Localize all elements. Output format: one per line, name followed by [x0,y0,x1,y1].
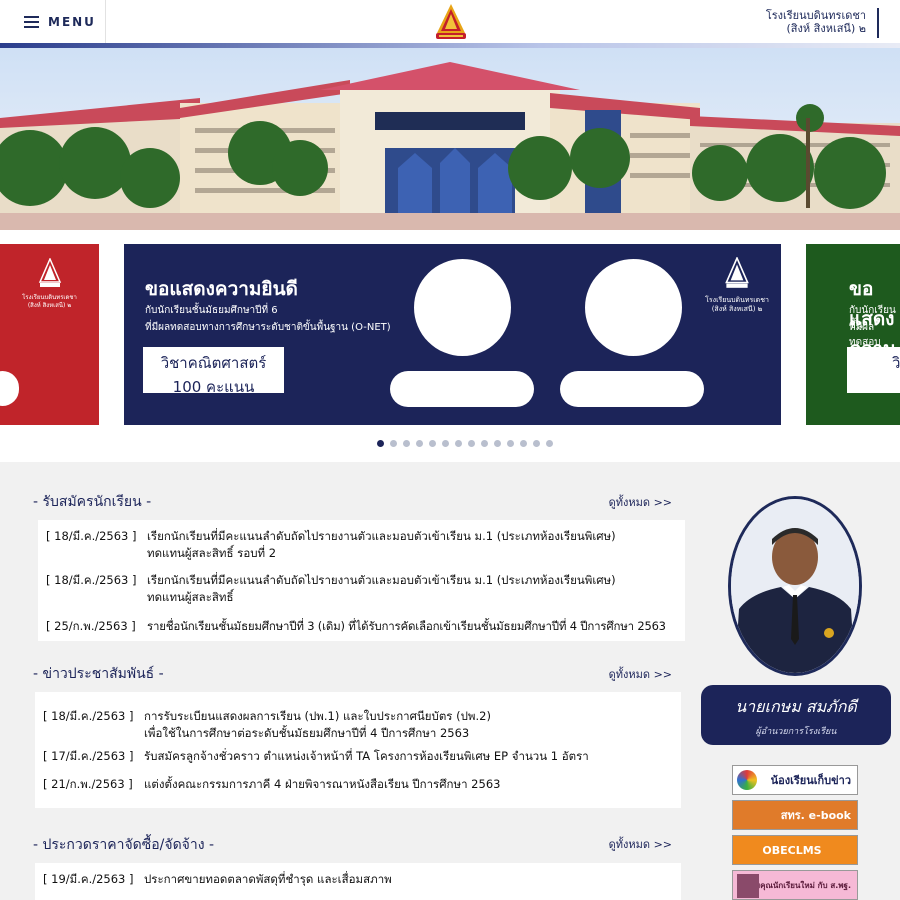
slide-logo-caption: โรงเรียนบดินทรเดชา (สิงห์ สิงหเสนี) ๒ [0,294,99,310]
school-name-line1: โรงเรียนบดินทรเดชา [765,9,866,22]
director-name: นายเกษม สมภักดี [735,697,857,716]
school-logo-icon [725,257,749,288]
item-date: [ 19/มี.ค./2563 ] [43,872,134,886]
header-divider [877,8,879,38]
person-photo-icon [737,874,759,898]
slider-dot[interactable] [481,440,488,447]
item-text: รับสมัครลูกจ้างชั่วคราว ตำแหน่งเจ้าหน้าท… [144,749,589,763]
news-link-banner[interactable]: น้องเรียนเก็บข่าว [732,765,858,795]
school-logo-icon[interactable] [434,3,468,41]
score-label: 100 [847,375,900,393]
admissions-list: [ 18/มี.ค./2563 ] เรียกนักเรียนที่มีคะแน… [38,520,685,641]
link-label: ขอบคุณนักเรียนใหม่ กับ ส.พฐ. [744,880,851,890]
item-date: [ 18/มี.ค./2563 ] [43,709,134,723]
link-label: สทร. e-book [780,809,851,822]
item-text-2: ทดแทนผู้สละสิทธิ์ [147,590,234,604]
news-see-all-link[interactable]: ดูทั้งหมด >> [609,665,672,683]
student-photo-2 [585,259,682,356]
subject-label: วิชาคณิตศาสตร์ [160,354,267,372]
slide-subtitle-2: ที่มีผลทดสอบทางการศึกษาระดับชาติขั้นพื้น… [145,322,391,333]
subject-score-box: วิชาคณิ 100 [847,347,900,393]
slider-pagination [0,440,900,447]
slide-subtitle-1: กับนักเรียนชั้นมัธยมศึกษาปีที่ 6 [145,305,278,316]
slider-dot[interactable] [494,440,501,447]
item-text: รายชื่อนักเรียนชั้นมัธยมศึกษาปีที่ 3 (เด… [147,619,666,633]
top-bar: MENU โรงเรียนบดินทรเดชา (สิงห์ สิงหเสนี)… [0,0,900,44]
school-name: โรงเรียนบดินทรเดชา (สิงห์ สิงหเสนี) ๒ [766,9,866,35]
link-label: น้องเรียนเก็บข่าว [770,774,851,787]
ebook-link-banner[interactable]: สทร. e-book [732,800,858,830]
slider-dot[interactable] [403,440,410,447]
procurement-title: - ประกวดราคาจัดซื้อ/จัดจ้าง - [33,837,215,853]
slide-current[interactable]: ขอแสดงความยินดี กับนักเรียนชั้นมัธยมศึกษ… [124,244,781,425]
slider-dot[interactable] [416,440,423,447]
school-name-line2: (สิงห์ สิงหเสนี) ๒ [786,22,867,35]
obeclms-link-banner[interactable]: OBECLMS [732,835,858,865]
slider-dot[interactable] [442,440,449,447]
subject-label: วิชาคณิ [892,354,900,372]
slide-next[interactable]: ขอแสดงความยินดี กับนักเรียนชั้น ที่มีผลท… [806,244,900,425]
director-photo [731,499,859,673]
school-logo-icon [38,258,62,287]
thanks-link-banner[interactable]: ขอบคุณนักเรียนใหม่ กับ ส.พฐ. [732,870,858,900]
caption-line1: โรงเรียนบดินทรเดชา [705,296,769,304]
item-date: [ 25/ก.พ./2563 ] [46,619,136,633]
item-text: การรับระเบียนแสดงผลการเรียน (ปพ.1) และใบ… [144,709,491,723]
menu-label: MENU [48,15,96,29]
director-card: นายเกษม สมภักดี ผู้อำนวยการโรงเรียน [701,685,891,745]
slide-logo-caption: โรงเรียนบดินทรเดชา (สิงห์ สิงหเสนี) ๒ [702,296,772,314]
procurement-list: [ 19/มี.ค./2563 ] ประกาศขายทอดตลาดพัสดุท… [35,863,681,900]
slide-previous[interactable]: โรงเรียนบดินทรเดชา (สิงห์ สิงหเสนี) ๒ [0,244,99,425]
item-text: ประกาศขายทอดตลาดพัสดุที่ชำรุด และเสื่อมส… [144,872,392,886]
slide-title: ขอแสดงความยินดี [145,278,298,300]
slider-dot[interactable] [429,440,436,447]
slider-dot[interactable] [507,440,514,447]
admissions-title: - รับสมัครนักเรียน - [33,494,152,510]
slider-dot[interactable] [546,440,553,447]
item-text: เรียกนักเรียนที่มีคะแนนลำดับถัดไปรายงานต… [147,573,616,587]
menu-button[interactable]: MENU [0,0,106,44]
student-name-pill-1 [390,371,534,407]
score-label: 100 คะแนน [172,378,255,396]
caption-line1: โรงเรียนบดินทรเดชา [22,294,77,301]
slider-dot[interactable] [455,440,462,447]
item-text-2: ทดแทนผู้สละสิทธิ์ รอบที่ 2 [147,546,277,560]
news-list: [ 18/มี.ค./2563 ] การรับระเบียนแสดงผลการ… [35,692,681,808]
slider-dot[interactable] [468,440,475,447]
item-text: เรียกนักเรียนที่มีคะแนนลำดับถัดไปรายงานต… [147,529,616,543]
item-text: แต่งตั้งคณะกรรมการภาคี 4 ฝ่ายพิจารณาหนัง… [144,777,501,791]
admissions-see-all-link[interactable]: ดูทั้งหมด >> [609,493,672,511]
student-photo-1 [414,259,511,356]
director-title: ผู้อำนวยการโรงเรียน [755,727,837,737]
slider-dot[interactable] [520,440,527,447]
slider-dot[interactable] [377,440,384,447]
item-date: [ 17/มี.ค./2563 ] [43,749,134,763]
item-date: [ 18/มี.ค./2563 ] [46,573,137,587]
congratulations-slider[interactable]: โรงเรียนบดินทรเดชา (สิงห์ สิงหเสนี) ๒ ขอ… [0,230,900,462]
director-portrait [728,496,862,676]
item-text-2: เพื่อใช้ในการศึกษาต่อระดับชั้นมัธยมศึกษา… [144,726,470,740]
name-pill [0,371,19,406]
news-title: - ข่าวประชาสัมพันธ์ - [33,666,164,682]
procurement-see-all-link[interactable]: ดูทั้งหมด >> [609,835,672,853]
subject-score-box: วิชาคณิตศาสตร์ 100 คะแนน [143,347,284,396]
item-date: [ 18/มี.ค./2563 ] [46,529,137,543]
slider-dot[interactable] [390,440,397,447]
slide-subtitle-2: ที่มีผลทดสอบ [849,322,881,348]
student-name-pill-2 [560,371,704,407]
hamburger-icon [24,16,39,28]
slider-dot[interactable] [533,440,540,447]
item-date: [ 21/ก.พ./2563 ] [43,777,133,791]
rainbow-logo-icon [737,770,757,790]
caption-line2: (สิงห์ สิงหเสนี) ๒ [711,305,763,313]
school-building-banner [0,48,900,230]
link-label: OBECLMS [762,843,822,857]
caption-line2: (สิงห์ สิงหเสนี) ๒ [27,302,72,309]
